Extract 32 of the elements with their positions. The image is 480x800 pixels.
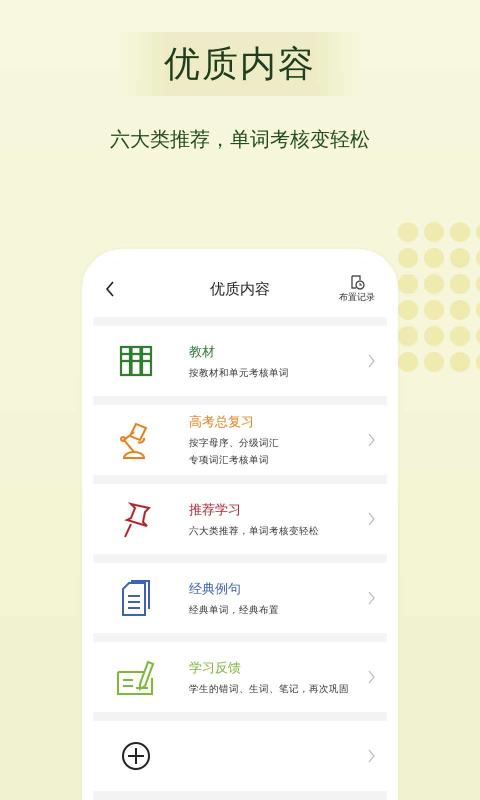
card-description: 按字母序、分级词汇 [189,437,279,450]
document-icon [121,579,151,617]
content-card[interactable]: 教材 按教材和单元考核单词 [93,326,387,396]
tagline: 六大类推荐，单词考核变轻松 [110,126,370,153]
card-title: 经典例句 [189,580,241,598]
content-card[interactable]: 高考总复习 按字母序、分级词汇 专项词汇考核单词 [93,405,387,475]
headline: 优质内容 [164,42,316,86]
add-icon [121,741,151,771]
card-description: 专项词汇考核单词 [189,454,269,467]
back-icon[interactable] [105,281,115,297]
card-title: 教材 [189,344,215,360]
card-description: 按教材和单元考核单词 [189,366,289,380]
content-card[interactable]: 经典例句 经典单词，经典布置 [93,563,387,633]
document-clock-icon [349,274,365,290]
chevron-icon [368,354,375,368]
chevron-icon [368,749,375,763]
card-title: 高考总复习 [189,414,254,431]
card-description: 学生的错词、生词、笔记，再次巩固 [189,682,349,696]
card-description: 六大类推荐，单词考核变轻松 [189,524,319,538]
chevron-icon [368,433,375,447]
content-card[interactable]: 推荐学习 六大类推荐，单词考核变轻松 [93,484,387,554]
card-title: 推荐学习 [189,502,241,518]
card-title: 学习反馈 [189,660,241,676]
content-card[interactable]: 学习反馈 学生的错词、生词、笔记，再次巩固 [93,642,387,712]
screen-title: 优质内容 [210,280,270,298]
chevron-icon [368,512,375,526]
books-icon [119,345,153,377]
form-pencil-icon [116,658,156,696]
chevron-icon [368,670,375,684]
record-button[interactable]: 布置记录 [339,274,375,304]
card-description: 经典单词，经典布置 [189,604,279,616]
chevron-icon [368,591,375,605]
